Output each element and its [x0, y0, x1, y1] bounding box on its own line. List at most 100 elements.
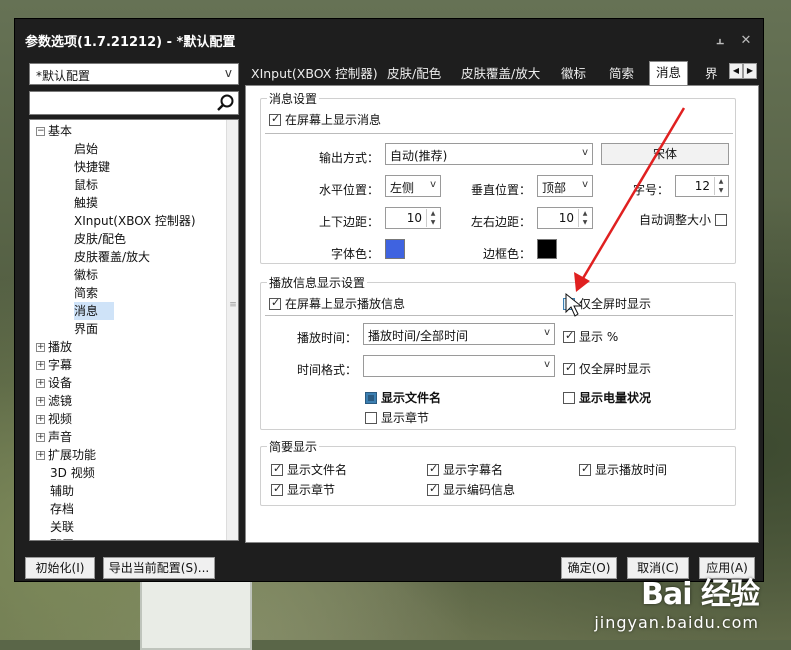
- tree-item[interactable]: + 滤镜: [36, 392, 72, 410]
- tree-item-label: 声音: [48, 430, 73, 444]
- lr-margin-label: 左右边距：: [471, 215, 532, 229]
- options-dialog: 参数选项(1.7.21212) - *默认配置 ⫠ ✕ *默认配置 v ≡ − 基…: [14, 18, 764, 582]
- checkbox-box: [269, 112, 281, 126]
- message-settings-panel: 消息设置 在屏幕上显示消息 输出方式： 自动(推荐) v 宋体 水平位置： 左侧…: [245, 85, 759, 543]
- watermark: Bai 经验 jingyan.baidu.com: [594, 569, 760, 632]
- tree-item[interactable]: 快捷键: [74, 158, 110, 176]
- expand-icon[interactable]: +: [36, 379, 45, 388]
- show-playback-checkbox[interactable]: 在屏幕上显示播放信息: [269, 295, 405, 312]
- tree-scrollbar[interactable]: ≡: [226, 120, 238, 540]
- search-icon[interactable]: [215, 93, 235, 113]
- tree-item[interactable]: 触摸: [74, 194, 98, 212]
- tree-item[interactable]: + 字幕: [36, 356, 72, 374]
- pin-icon[interactable]: ⫠: [711, 33, 729, 48]
- show-message-checkbox[interactable]: 在屏幕上显示消息: [269, 111, 381, 128]
- checkbox-label: 显示章节: [381, 411, 430, 425]
- tree-item-label: 消息: [74, 304, 99, 318]
- brief-chapter-checkbox[interactable]: 显示章节: [271, 481, 335, 498]
- brief-codec-checkbox[interactable]: 显示编码信息: [427, 481, 515, 498]
- tab-4[interactable]: 简索: [603, 63, 640, 85]
- fullscreen-only-checkbox[interactable]: 仅全屏时显示: [563, 295, 651, 312]
- show-chapter-checkbox[interactable]: 显示章节: [365, 409, 429, 426]
- tree-item[interactable]: 3D 视频: [36, 464, 95, 482]
- tab-2[interactable]: 皮肤覆盖/放大: [455, 63, 546, 85]
- expand-icon[interactable]: +: [36, 361, 45, 370]
- font-button[interactable]: 宋体: [601, 143, 729, 165]
- autosize-checkbox[interactable]: 自动调整大小: [639, 211, 731, 228]
- tb-margin-value: 10: [406, 211, 422, 225]
- tb-margin-stepper[interactable]: 10 ▲ ▼: [385, 207, 441, 229]
- tree-item-label: 皮肤覆盖/放大: [74, 250, 151, 264]
- tree-item[interactable]: XInput(XBOX 控制器): [74, 212, 196, 230]
- tree-item[interactable]: + 设备: [36, 374, 72, 392]
- tree-item[interactable]: + 声音: [36, 428, 72, 446]
- tree-item-label: XInput(XBOX 控制器): [74, 214, 196, 228]
- show-percent-checkbox[interactable]: 显示 %: [563, 328, 618, 345]
- tree-item[interactable]: 辅助: [36, 482, 74, 500]
- close-icon[interactable]: ✕: [737, 33, 755, 48]
- hpos-select[interactable]: 左侧 v: [385, 175, 441, 197]
- checkbox-label: 显示 %: [579, 330, 619, 344]
- hpos-value: 左侧: [390, 181, 415, 195]
- tab-5[interactable]: 消息: [649, 61, 689, 86]
- scroll-thumb[interactable]: ≡: [229, 300, 237, 340]
- settings-tree[interactable]: ≡ − 基本 启始 快捷键鼠标触摸 XInput(XBOX 控制器) 皮肤/配色皮肤覆盖/…: [29, 119, 239, 541]
- play-time-select[interactable]: 播放时间/全部时间 v: [363, 323, 555, 345]
- tree-item[interactable]: 启始: [74, 140, 98, 158]
- tree-item[interactable]: + 视频: [36, 410, 72, 428]
- tab-6[interactable]: 界: [699, 63, 724, 85]
- tab-0[interactable]: XInput(XBOX 控制器): [245, 63, 384, 85]
- lr-margin-stepper[interactable]: 10 ▲ ▼: [537, 207, 593, 229]
- time-format-select[interactable]: v: [363, 355, 555, 377]
- tree-item[interactable]: 徽标: [74, 266, 98, 284]
- collapse-icon[interactable]: −: [36, 127, 45, 136]
- tree-item-label: 鼠标: [74, 178, 99, 192]
- vpos-select[interactable]: 顶部 v: [537, 175, 593, 197]
- show-battery-checkbox[interactable]: 显示电量状况: [563, 389, 651, 406]
- stepper-arrows-icon[interactable]: ▲ ▼: [714, 177, 727, 195]
- profile-select[interactable]: *默认配置 v: [29, 63, 239, 85]
- tab-3[interactable]: 徽标: [555, 63, 592, 85]
- border-color-swatch[interactable]: [537, 239, 557, 259]
- expand-icon[interactable]: +: [36, 343, 45, 352]
- tree-item[interactable]: 简索: [74, 284, 98, 302]
- expand-icon[interactable]: +: [36, 451, 45, 460]
- tree-item[interactable]: 鼠标: [74, 176, 98, 194]
- brief-subtitle-checkbox[interactable]: 显示字幕名: [427, 461, 503, 478]
- expand-icon[interactable]: +: [36, 415, 45, 424]
- tab-scroll-right-icon[interactable]: ▶: [743, 63, 757, 79]
- font-size-stepper[interactable]: 12 ▲ ▼: [675, 175, 729, 197]
- tree-item[interactable]: 消息: [74, 302, 114, 320]
- tree-item[interactable]: 配置: [36, 536, 74, 540]
- stepper-arrows-icon[interactable]: ▲ ▼: [426, 209, 439, 227]
- tab-1[interactable]: 皮肤/配色: [381, 63, 447, 85]
- checkbox-label: 显示文件名: [381, 391, 442, 405]
- tree-item[interactable]: − 基本: [36, 122, 72, 140]
- brief-filename-checkbox[interactable]: 显示文件名: [271, 461, 347, 478]
- tree-item[interactable]: 界面: [74, 320, 98, 338]
- chevron-down-icon: v: [544, 327, 550, 338]
- tree-item[interactable]: 存档: [36, 500, 74, 518]
- tree-item-label: 界面: [74, 322, 99, 336]
- tree-item[interactable]: + 扩展功能: [36, 446, 96, 464]
- expand-icon[interactable]: +: [36, 397, 45, 406]
- stepper-arrows-icon[interactable]: ▲ ▼: [578, 209, 591, 227]
- checkbox-box: [563, 297, 575, 310]
- brief-playtime-checkbox[interactable]: 显示播放时间: [579, 461, 667, 478]
- tree-item[interactable]: + 播放: [36, 338, 72, 356]
- fullscreen-only-checkbox-2[interactable]: 仅全屏时显示: [563, 360, 651, 377]
- show-filename-checkbox[interactable]: 显示文件名: [365, 389, 441, 406]
- tree-item[interactable]: 关联: [36, 518, 74, 536]
- output-mode-select[interactable]: 自动(推荐) v: [385, 143, 593, 165]
- checkbox-label: 显示文件名: [287, 463, 348, 477]
- tree-item-label: 播放: [48, 340, 73, 354]
- tree-item[interactable]: 皮肤/配色: [74, 230, 126, 248]
- expand-icon[interactable]: +: [36, 433, 45, 442]
- init-button[interactable]: 初始化(I): [25, 557, 95, 579]
- export-config-button[interactable]: 导出当前配置(S)...: [103, 557, 215, 579]
- tree-item-label: 简索: [74, 286, 99, 300]
- search-input[interactable]: [29, 91, 239, 115]
- font-color-swatch[interactable]: [385, 239, 405, 259]
- tab-scroll-left-icon[interactable]: ◀: [729, 63, 743, 79]
- tree-item[interactable]: 皮肤覆盖/放大: [74, 248, 150, 266]
